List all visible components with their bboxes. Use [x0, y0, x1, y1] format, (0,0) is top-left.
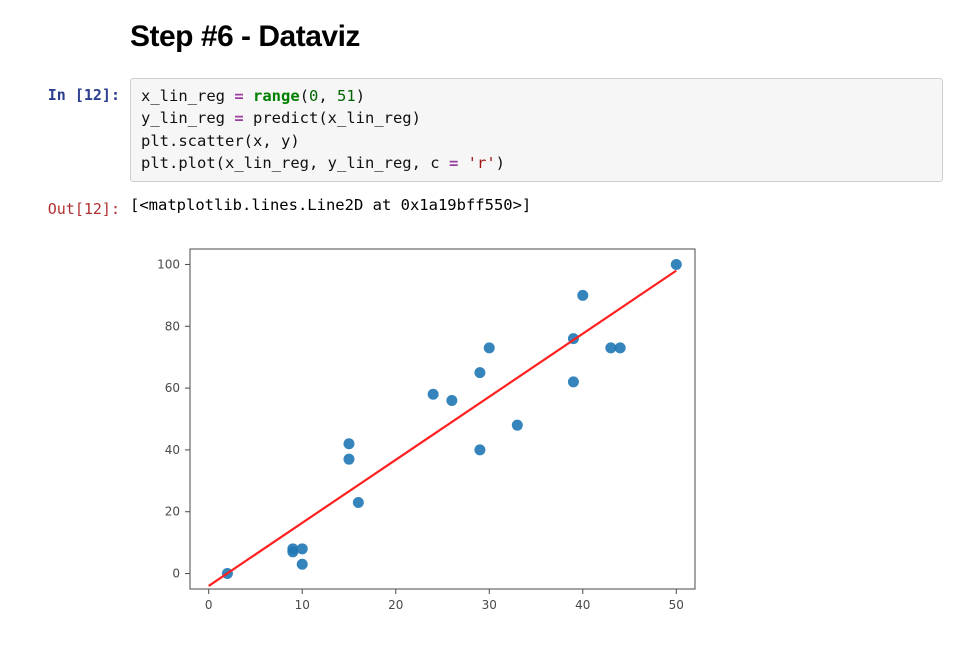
scatter-point [297, 543, 308, 554]
scatter-point [297, 559, 308, 570]
y-tick-label: 80 [165, 319, 180, 333]
scatter-point [615, 342, 626, 353]
out-prompt: Out[12]: [30, 192, 130, 218]
plot-output: 0 10 20 30 40 50 0 20 40 60 80 100 [130, 234, 943, 629]
output-repr: [<matplotlib.lines.Line2D at 0x1a19bff55… [130, 192, 943, 214]
x-tick-label: 30 [482, 598, 497, 612]
scatter-point [343, 438, 354, 449]
scatter-point [287, 543, 298, 554]
y-tick-label: 100 [157, 257, 180, 271]
output-repr-row: Out[12]: [<matplotlib.lines.Line2D at 0x… [30, 192, 943, 218]
scatter-plot: 0 10 20 30 40 50 0 20 40 60 80 100 [130, 234, 710, 624]
scatter-point [474, 444, 485, 455]
y-tick-label: 60 [165, 381, 180, 395]
section-heading: Step #6 - Dataviz [130, 20, 943, 54]
notebook-page: Step #6 - Dataviz In [12]: x_lin_reg = r… [0, 0, 973, 665]
x-tick-label: 50 [669, 598, 684, 612]
scatter-point [568, 376, 579, 387]
scatter-point [671, 259, 682, 270]
scatter-point [446, 395, 457, 406]
code-cell[interactable]: x_lin_reg = range(0, 51) y_lin_reg = pre… [130, 78, 943, 182]
y-tick-label: 20 [165, 505, 180, 519]
scatter-point [577, 290, 588, 301]
regression-line [209, 271, 677, 586]
input-cell-row: In [12]: x_lin_reg = range(0, 51) y_lin_… [30, 78, 943, 182]
scatter-point [343, 454, 354, 465]
scatter-point [428, 389, 439, 400]
y-tick-label: 0 [172, 566, 180, 580]
scatter-point [353, 497, 364, 508]
x-tick-label: 40 [575, 598, 590, 612]
x-tick-label: 0 [205, 598, 213, 612]
x-tick-label: 10 [295, 598, 310, 612]
y-tick-label: 40 [165, 443, 180, 457]
scatter-point [484, 342, 495, 353]
scatter-point [512, 420, 523, 431]
scatter-point [605, 342, 616, 353]
in-prompt: In [12]: [30, 78, 130, 104]
scatter-point [474, 367, 485, 378]
x-tick-label: 20 [388, 598, 403, 612]
